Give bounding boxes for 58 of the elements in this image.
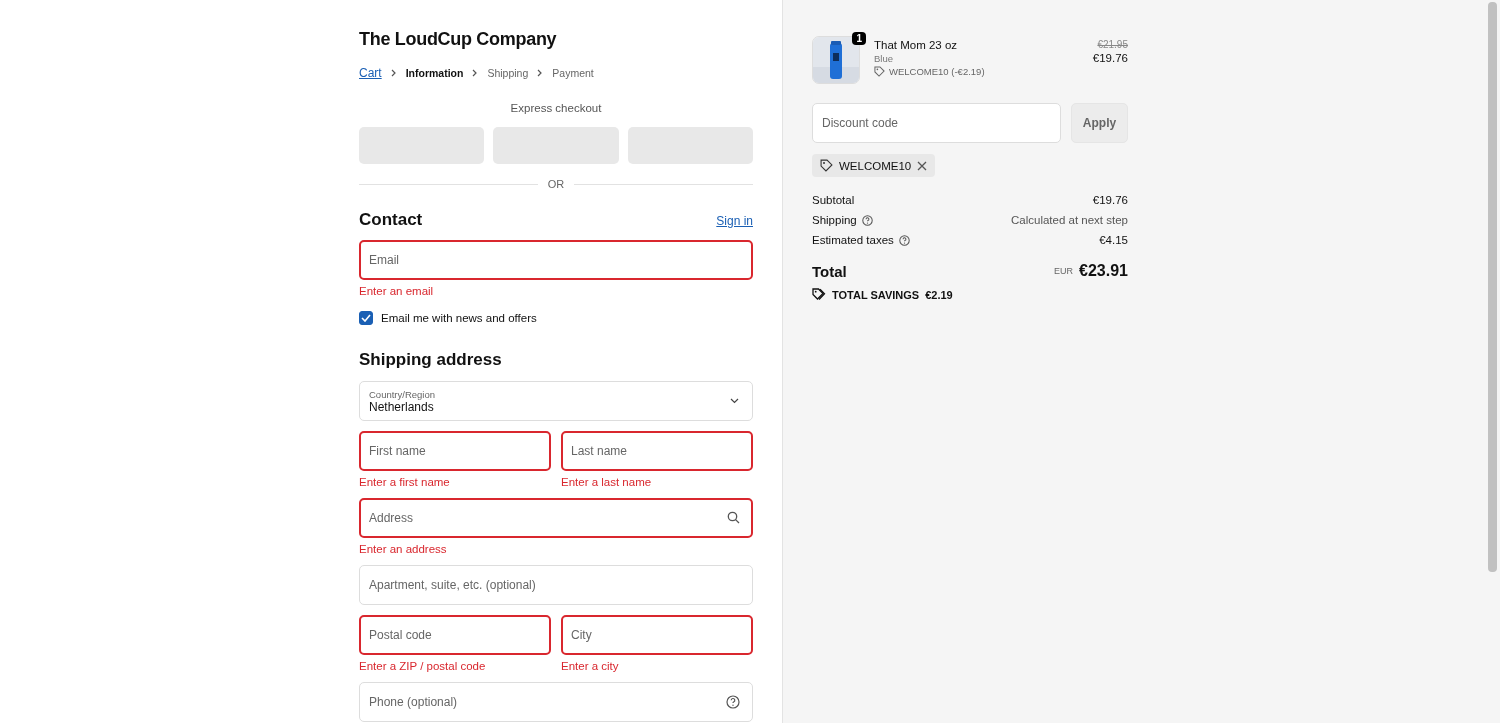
chevron-right-icon: [537, 69, 544, 77]
error-message: Enter a ZIP / postal code: [359, 660, 486, 672]
summary-value: €19.76: [1092, 194, 1128, 206]
tags-icon: [812, 288, 826, 301]
select-value: Netherlands: [369, 399, 434, 414]
input-field[interactable]: City: [561, 615, 753, 655]
summary-label: Subtotal: [812, 194, 855, 206]
chevron-down-icon: [730, 398, 739, 404]
section-title: Contact: [359, 210, 423, 230]
sign-in-link[interactable]: Sign in: [716, 214, 753, 228]
scrollbar[interactable]: [1488, 2, 1497, 572]
input-field[interactable]: First name: [359, 431, 551, 471]
discount-code: WELCOME10: [839, 159, 912, 172]
original-price: €21.95: [1097, 39, 1128, 50]
discount-field[interactable]: Discount code: [812, 103, 1061, 143]
breadcrumb-item: Payment: [552, 67, 594, 79]
country-select[interactable]: Country/Region Netherlands: [359, 381, 753, 421]
checkbox-label: Email me with news and offers: [381, 312, 537, 324]
close-icon[interactable]: [917, 160, 928, 171]
quantity-badge: 1: [852, 32, 866, 45]
breadcrumb-item[interactable]: Cart: [359, 66, 382, 80]
total-label: Total: [812, 262, 847, 280]
breadcrumb-item: Information: [405, 67, 464, 79]
product-name: That Mom 23 oz: [874, 39, 958, 51]
summary-value: Calculated at next step: [1011, 214, 1128, 226]
currency-code: EUR: [1054, 266, 1074, 276]
input-field[interactable]: Last name: [561, 431, 753, 471]
store-name: The LoudCup Company: [359, 29, 557, 50]
section-title: Shipping address: [359, 350, 502, 370]
savings-label: TOTAL SAVINGS: [832, 288, 920, 301]
input-field[interactable]: Address: [359, 498, 753, 538]
select-label: Country/Region: [369, 388, 435, 400]
error-message: Enter an email: [359, 285, 434, 297]
tag-icon: [820, 159, 833, 172]
savings-amount: €2.19: [925, 288, 953, 301]
divider-label: OR: [547, 178, 565, 190]
input-field[interactable]: Postal code: [359, 615, 551, 655]
checkbox[interactable]: [359, 311, 373, 325]
error-message: Enter a first name: [359, 476, 450, 488]
error-message: Enter an address: [359, 543, 447, 555]
email-field[interactable]: Email: [359, 240, 753, 280]
error-message: Enter a city: [561, 660, 619, 672]
search-icon: [727, 511, 740, 524]
breadcrumb-item: Shipping: [487, 67, 529, 79]
chevron-right-icon: [390, 69, 397, 77]
apply-button[interactable]: Apply: [1071, 103, 1128, 143]
express-checkout-title: Express checkout: [510, 102, 602, 114]
summary-value: €4.15: [1099, 234, 1128, 246]
tag-icon: [874, 66, 885, 77]
discount-label: WELCOME10 (-€2.19): [889, 66, 985, 77]
help-icon: [726, 695, 740, 709]
error-message: Enter a last name: [561, 476, 652, 488]
summary-label: Estimated taxes: [812, 234, 894, 246]
product-variant: Blue: [874, 53, 893, 64]
chevron-right-icon: [472, 69, 479, 77]
total-amount: €23.91: [1079, 262, 1128, 280]
product-price: €19.76: [1092, 52, 1128, 64]
summary-label: Shipping: [812, 214, 857, 226]
